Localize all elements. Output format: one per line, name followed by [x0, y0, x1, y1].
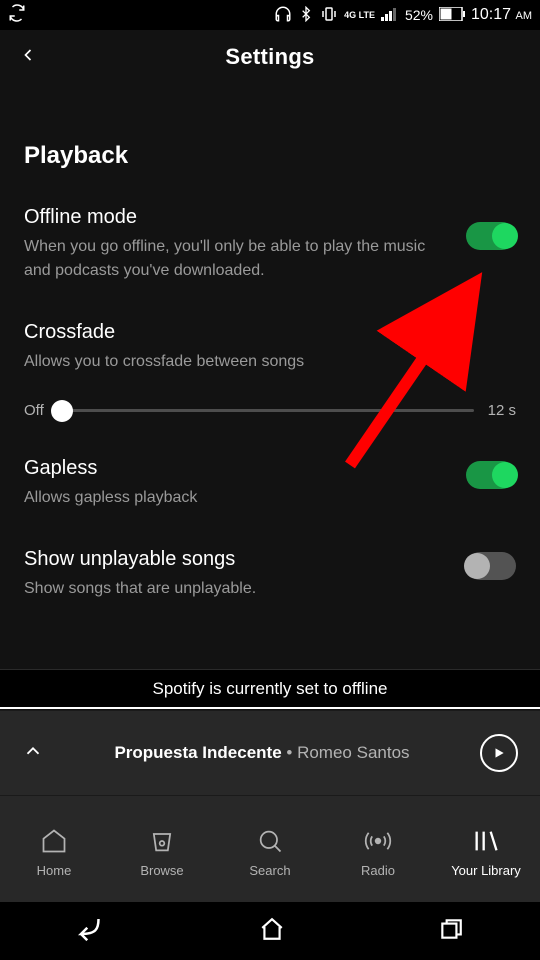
android-back-button[interactable]	[76, 914, 106, 949]
status-bar: 4G LTE 52% 10:17 AM	[0, 0, 540, 30]
nav-label: Browse	[140, 863, 183, 878]
page-title: Settings	[225, 44, 314, 70]
library-icon	[472, 827, 500, 855]
setting-gapless: Gapless Allows gapless playback	[24, 457, 516, 510]
gapless-toggle[interactable]	[466, 461, 516, 489]
radio-icon	[364, 827, 392, 855]
browse-icon	[148, 827, 176, 855]
setting-title: Crossfade	[24, 321, 516, 344]
track-artist: Romeo Santos	[297, 743, 409, 762]
battery-percent: 52%	[405, 7, 433, 23]
slider-thumb[interactable]	[51, 400, 73, 422]
crossfade-slider[interactable]	[58, 409, 474, 412]
play-button[interactable]	[480, 734, 518, 772]
headphones-icon	[274, 5, 292, 26]
nav-home[interactable]: Home	[0, 827, 108, 878]
android-nav-bar	[0, 902, 540, 960]
nav-label: Search	[249, 863, 290, 878]
unplayable-toggle[interactable]	[466, 552, 516, 580]
nav-search[interactable]: Search	[216, 827, 324, 878]
signal-icon	[381, 7, 399, 24]
setting-desc: Allows gapless playback	[24, 486, 446, 510]
bluetooth-icon	[298, 6, 314, 25]
setting-crossfade: Crossfade Allows you to crossfade betwee…	[24, 321, 516, 419]
setting-offline-mode: Offline mode When you go offline, you'll…	[24, 206, 516, 283]
nav-radio[interactable]: Radio	[324, 827, 432, 878]
setting-title: Show unplayable songs	[24, 548, 446, 571]
settings-content: Playback Offline mode When you go offlin…	[0, 142, 540, 601]
vibrate-icon	[320, 5, 338, 26]
nav-browse[interactable]: Browse	[108, 827, 216, 878]
header: Settings	[0, 30, 540, 84]
offline-banner-text: Spotify is currently set to offline	[153, 679, 388, 699]
setting-title: Gapless	[24, 457, 446, 480]
expand-player-icon[interactable]	[22, 740, 44, 767]
clock-time: 10:17 AM	[471, 6, 532, 24]
battery-icon	[439, 7, 465, 24]
offline-banner: Spotify is currently set to offline	[0, 669, 540, 709]
offline-mode-toggle[interactable]	[466, 222, 516, 250]
setting-show-unplayable: Show unplayable songs Show songs that ar…	[24, 548, 516, 601]
back-button[interactable]	[18, 45, 38, 70]
track-title: Propuesta Indecente	[114, 743, 281, 762]
android-recents-button[interactable]	[438, 916, 464, 947]
setting-title: Offline mode	[24, 206, 446, 229]
android-home-button[interactable]	[259, 916, 285, 947]
sync-icon	[8, 4, 26, 27]
nav-your-library[interactable]: Your Library	[432, 827, 540, 878]
nav-label: Home	[37, 863, 72, 878]
nav-label: Radio	[361, 863, 395, 878]
home-icon	[40, 827, 68, 855]
network-type-label: 4G LTE	[344, 11, 375, 20]
nav-label: Your Library	[451, 863, 521, 878]
slider-min-label: Off	[24, 402, 44, 419]
now-playing-text: Propuesta Indecente • Romeo Santos	[64, 743, 460, 763]
search-icon	[256, 827, 284, 855]
setting-desc: Show songs that are unplayable.	[24, 577, 446, 601]
setting-desc: When you go offline, you'll only be able…	[24, 235, 446, 283]
play-icon	[492, 746, 506, 760]
section-title-playback: Playback	[24, 142, 516, 170]
bottom-nav: Home Browse Search Radio Your Library	[0, 796, 540, 902]
now-playing-bar[interactable]: Propuesta Indecente • Romeo Santos	[0, 710, 540, 796]
setting-desc: Allows you to crossfade between songs	[24, 350, 516, 374]
slider-max-label: 12 s	[488, 402, 516, 419]
